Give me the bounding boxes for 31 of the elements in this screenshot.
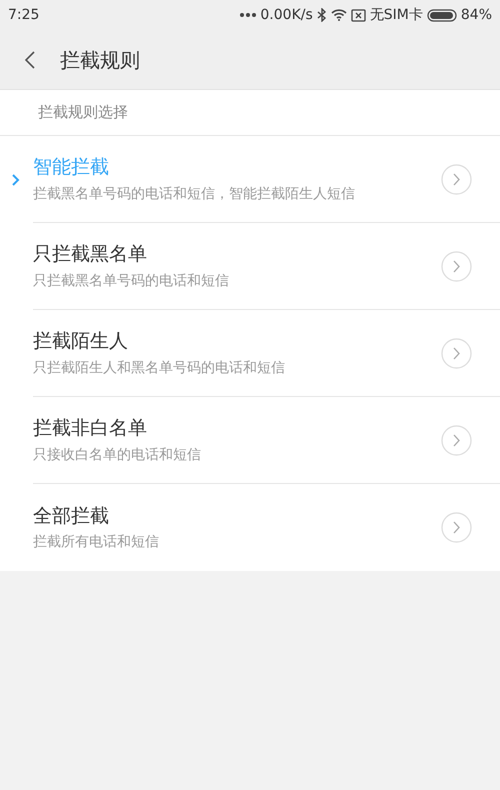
wifi-icon <box>330 9 347 21</box>
sim-status: 无SIM卡 <box>370 6 423 24</box>
rule-description: 拦截所有电话和短信 <box>33 533 160 552</box>
section-title: 拦截规则选择 <box>38 102 128 124</box>
rule-title: 拦截陌生人 <box>33 329 129 354</box>
chevron-right-icon <box>441 164 472 194</box>
rule-description: 只拦截陌生人和黑名单号码的电话和短信 <box>33 358 286 378</box>
bluetooth-icon <box>316 8 327 22</box>
page-title: 拦截规则 <box>60 46 140 74</box>
rule-description: 拦截黑名单号码的电话和短信，智能拦截陌生人短信 <box>33 184 356 204</box>
rule-option[interactable]: 只拦截黑名单 只拦截黑名单号码的电话和短信 <box>33 223 500 310</box>
battery-level: 84% <box>460 6 492 24</box>
status-time: 7:25 <box>8 6 40 24</box>
chevron-right-icon <box>441 424 472 456</box>
chevron-right-icon <box>441 338 472 368</box>
rule-option[interactable]: 全部拦截 拦截所有电话和短信 <box>33 484 500 571</box>
battery-icon <box>426 8 457 22</box>
rule-title: 只拦截黑名单 <box>33 242 148 268</box>
sim-card-icon <box>350 8 366 22</box>
rule-description: 只接收白名单的电话和短信 <box>33 446 202 465</box>
more-icon <box>240 12 256 18</box>
rule-option[interactable]: 拦截非白名单 只接收白名单的电话和短信 <box>33 397 500 484</box>
chevron-right-icon <box>441 512 472 543</box>
rule-description: 只拦截黑名单号码的电话和短信 <box>33 272 230 291</box>
network-speed: 0.00K/s <box>260 6 313 24</box>
selected-indicator-icon <box>12 174 20 186</box>
rule-title: 拦截非白名单 <box>33 416 148 442</box>
rule-option[interactable]: 拦截陌生人 只拦截陌生人和黑名单号码的电话和短信 <box>33 310 500 397</box>
chevron-right-icon <box>441 250 472 282</box>
rule-title: 智能拦截 <box>33 155 110 180</box>
rule-title: 全部拦截 <box>33 504 110 529</box>
